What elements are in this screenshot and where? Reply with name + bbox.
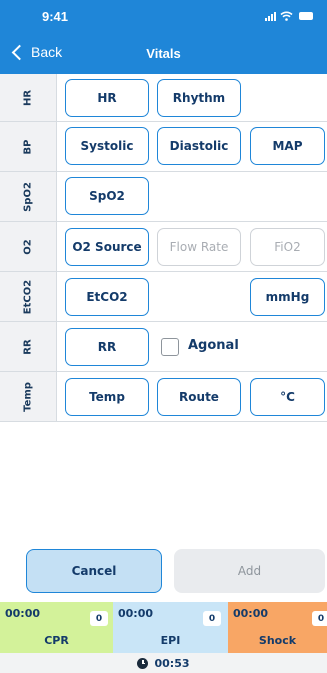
status-icons	[265, 11, 313, 21]
timer-cpr[interactable]: 00:00 0 CPR	[0, 602, 113, 653]
timer-count-badge: 0	[203, 611, 221, 626]
timer-label: CPR	[44, 634, 69, 647]
row-hr: HR HR Rhythm	[0, 74, 327, 122]
temp-button[interactable]: Temp	[65, 378, 149, 416]
etco2-button[interactable]: EtCO2	[65, 278, 149, 316]
timer-count-badge: 0	[90, 611, 108, 626]
timer-shock[interactable]: 00:00 0 Shock	[228, 602, 327, 653]
timer-label: EPI	[160, 634, 181, 647]
row-spo2: SpO2 SpO2	[0, 172, 327, 222]
status-time: 9:41	[42, 9, 69, 24]
timer-time: 00:00	[118, 607, 154, 620]
status-bar: 9:41	[0, 0, 327, 38]
total-timer: 00:53	[0, 653, 327, 673]
clock-icon	[137, 657, 149, 669]
map-button[interactable]: MAP	[250, 127, 325, 165]
spo2-button[interactable]: SpO2	[65, 177, 149, 215]
rhythm-button[interactable]: Rhythm	[157, 79, 241, 117]
row-o2: O2 O2 Source Flow Rate FiO2	[0, 222, 327, 272]
row-bp: BP Systolic Diastolic MAP	[0, 122, 327, 172]
row-label-rr: RR	[22, 338, 34, 355]
diastolic-button[interactable]: Diastolic	[157, 127, 241, 165]
add-button[interactable]: Add	[174, 549, 325, 593]
temp-unit-button[interactable]: °C	[250, 378, 325, 416]
row-temp: Temp Temp Route °C	[0, 372, 327, 422]
row-label-temp: Temp	[22, 381, 34, 412]
timer-count-badge: 0	[312, 611, 327, 626]
row-rr: RR RR Agonal	[0, 322, 327, 372]
flow-rate-button[interactable]: Flow Rate	[157, 228, 241, 266]
o2-source-button[interactable]: O2 Source	[65, 228, 149, 266]
rr-button[interactable]: RR	[65, 328, 149, 366]
fio2-button[interactable]: FiO2	[250, 228, 325, 266]
hr-button[interactable]: HR	[65, 79, 149, 117]
systolic-button[interactable]: Systolic	[65, 127, 149, 165]
nav-bar: Back Vitals	[0, 38, 327, 74]
timer-label: Shock	[258, 634, 297, 647]
cancel-button[interactable]: Cancel	[26, 549, 162, 593]
row-etco2: EtCO2 EtCO2 mmHg	[0, 272, 327, 322]
signal-icon	[265, 11, 276, 21]
row-label-bp: BP	[22, 139, 34, 154]
wifi-icon	[280, 11, 293, 21]
agonal-label: Agonal	[188, 338, 239, 353]
timer-epi[interactable]: 00:00 0 EPI	[113, 602, 228, 653]
row-label-hr: HR	[22, 89, 34, 106]
total-time: 00:53	[154, 656, 190, 670]
timer-time: 00:00	[5, 607, 41, 620]
battery-icon	[299, 12, 313, 20]
row-label-spo2: SpO2	[22, 181, 34, 212]
row-label-o2: O2	[22, 238, 34, 255]
route-button[interactable]: Route	[157, 378, 241, 416]
row-label-etco2: EtCO2	[22, 279, 34, 314]
page-title: Vitals	[146, 46, 181, 61]
agonal-checkbox[interactable]	[161, 338, 179, 356]
timer-time: 00:00	[233, 607, 269, 620]
etco2-unit-button[interactable]: mmHg	[250, 278, 325, 316]
